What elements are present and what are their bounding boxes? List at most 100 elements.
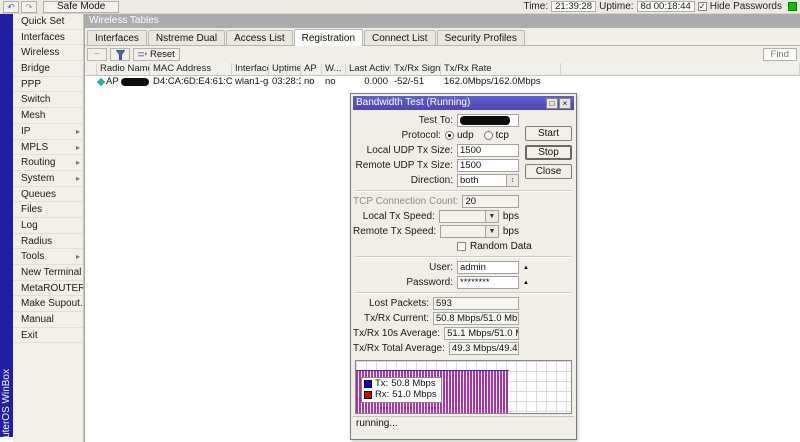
dialog-title: Bandwidth Test (Running) — [356, 97, 471, 108]
local-tx-speed-input[interactable] — [438, 210, 486, 223]
stop-button[interactable]: Stop — [525, 145, 572, 160]
sidebar-item-switch[interactable]: Switch — [13, 92, 83, 109]
password-input[interactable]: ******** — [457, 276, 519, 289]
sidebar-item-queues[interactable]: Queues — [13, 187, 83, 203]
sidebar-item-files[interactable]: Files — [13, 202, 83, 218]
maximize-icon: □ — [549, 98, 555, 108]
sidebar-menu: Quick Set Interfaces Wireless Bridge PPP… — [13, 14, 84, 442]
sidebar-item-ip[interactable]: IP — [13, 124, 83, 140]
remote-udp-size-input[interactable]: 1500 — [457, 159, 519, 172]
tab-security-profiles[interactable]: Security Profiles — [436, 30, 525, 45]
udp-radio-label[interactable]: udp — [457, 130, 474, 141]
row-empty-cell — [561, 76, 800, 88]
user-input[interactable]: admin — [457, 261, 519, 274]
section-separator — [353, 290, 574, 296]
dialog-status-bar: running... — [353, 416, 574, 431]
tab-access-list[interactable]: Access List — [226, 30, 293, 45]
sidebar-item-bridge[interactable]: Bridge — [13, 61, 83, 77]
close-dialog-button[interactable]: Close — [525, 164, 572, 179]
rx-color-swatch — [364, 391, 372, 399]
direction-input[interactable]: both ↕ — [457, 174, 519, 187]
sidebar-item-routing[interactable]: Routing — [13, 155, 83, 171]
table-row[interactable]: AP D4:CA:6D:E4:61:C1 wlan1-gat... 03:28:… — [85, 76, 800, 88]
remote-speed-unit: bps — [502, 226, 519, 237]
tab-interfaces[interactable]: Interfaces — [87, 30, 147, 45]
brand-strip: RouterOS WinBox — [0, 14, 13, 437]
sidebar-item-log[interactable]: Log — [13, 218, 83, 234]
column-interface[interactable]: Interface — [232, 63, 269, 75]
udp-radio[interactable] — [444, 131, 454, 140]
column-ap[interactable]: AP — [301, 63, 322, 75]
uptime-value: 8d 00:18:44 — [636, 1, 695, 12]
tcp-radio-label[interactable]: tcp — [496, 130, 509, 141]
column-flags[interactable] — [85, 63, 97, 75]
sidebar-item-quick-set[interactable]: Quick Set — [13, 14, 83, 30]
undo-icon: ↶ — [7, 1, 15, 12]
wireless-client-icon — [97, 77, 106, 87]
undo-button[interactable]: ↶ — [3, 0, 19, 13]
updown-arrows-icon[interactable]: ↕ — [506, 175, 518, 186]
sidebar-item-manual[interactable]: Manual — [13, 312, 83, 328]
dialog-titlebar[interactable]: Bandwidth Test (Running) □ × — [353, 96, 574, 110]
sidebar-item-metarouter[interactable]: MetaROUTER — [13, 281, 83, 297]
sidebar-item-exit[interactable]: Exit — [13, 328, 83, 344]
start-button[interactable]: Start — [525, 126, 572, 141]
sidebar-item-interfaces[interactable]: Interfaces — [13, 30, 83, 46]
password-collapse-icon[interactable]: ▲ — [523, 280, 533, 286]
reset-button[interactable]: Reset — [133, 48, 180, 61]
column-mac-address[interactable]: MAC Address — [150, 63, 232, 75]
sidebar-item-wireless[interactable]: Wireless — [13, 45, 83, 62]
find-button[interactable]: Find — [762, 48, 797, 61]
column-rate[interactable]: Tx/Rx Rate — [441, 63, 561, 75]
redo-button[interactable]: ↷ — [21, 0, 37, 13]
tcp-count-label: TCP Connection Count: — [353, 196, 459, 207]
random-data-checkbox[interactable] — [457, 242, 466, 251]
row-rate-cell: 162.0Mbps/162.0Mbps — [444, 76, 541, 87]
row-w-cell: no — [325, 76, 336, 87]
column-w[interactable]: W... — [322, 63, 346, 75]
safe-mode-button[interactable]: Safe Mode — [43, 0, 120, 13]
sidebar-item-radius[interactable]: Radius — [13, 234, 83, 250]
column-radio-name[interactable]: Radio Name/ — [97, 63, 150, 75]
sidebar-item-mesh[interactable]: Mesh — [13, 108, 83, 124]
direction-label: Direction: — [410, 175, 453, 186]
sidebar-item-make-supout[interactable]: Make Supout.rif — [13, 296, 83, 313]
txrx-total-average-label: Tx/Rx Total Average: — [353, 343, 445, 354]
sidebar-item-ppp[interactable]: PPP — [13, 77, 83, 93]
tab-registration[interactable]: Registration — [293, 29, 363, 46]
column-last-activity[interactable]: Last Activit... — [346, 63, 391, 75]
direction-value: both — [460, 175, 479, 186]
tab-connect-list[interactable]: Connect List — [364, 30, 436, 45]
remote-speed-dropdown-icon[interactable]: ▼ — [486, 225, 499, 238]
sidebar-item-system[interactable]: System — [13, 171, 83, 187]
txrx-current-label: Tx/Rx Current: — [363, 313, 429, 324]
local-speed-dropdown-icon[interactable]: ▼ — [485, 210, 499, 223]
remote-tx-speed-input[interactable] — [440, 225, 487, 238]
brand-text: RouterOS WinBox — [1, 369, 12, 437]
column-uptime[interactable]: Uptime — [269, 63, 301, 75]
window-title[interactable]: Wireless Tables — [85, 14, 800, 28]
tcp-radio[interactable] — [483, 131, 493, 140]
tab-nstreme-dual[interactable]: Nstreme Dual — [147, 30, 226, 45]
column-empty — [561, 63, 800, 75]
sidebar-item-tools[interactable]: Tools — [13, 249, 83, 265]
txrx-current-value: 50.8 Mbps/51.0 Mbps — [433, 312, 519, 325]
tcp-count-row: TCP Connection Count: 20 — [353, 194, 574, 209]
maximize-button[interactable]: □ — [546, 97, 558, 109]
close-button[interactable]: × — [559, 97, 571, 109]
sidebar-item-mpls[interactable]: MPLS — [13, 140, 83, 156]
local-tx-speed-label: Local Tx Speed: — [362, 211, 435, 222]
dialog-body: Test To: Protocol: udp tcp Local UDP Tx … — [353, 110, 574, 437]
sidebar-item-new-terminal[interactable]: New Terminal — [13, 265, 83, 281]
bandwidth-test-dialog: Bandwidth Test (Running) □ × Test To: Pr… — [350, 93, 577, 440]
user-collapse-icon[interactable]: ▲ — [523, 265, 533, 271]
remove-entry-button[interactable]: − — [87, 48, 107, 61]
column-signal[interactable]: Tx/Rx Signal ... — [391, 63, 441, 75]
row-radio-name-cell: AP — [97, 76, 150, 88]
local-udp-size-input[interactable]: 1500 — [457, 144, 519, 157]
remote-udp-size-label: Remote UDP Tx Size: — [355, 160, 453, 171]
password-row: Password: ******** ▲ — [353, 275, 574, 290]
test-to-input[interactable] — [457, 114, 519, 127]
hide-passwords-checkbox[interactable]: ✓ — [697, 2, 707, 11]
filter-button[interactable] — [110, 48, 130, 61]
